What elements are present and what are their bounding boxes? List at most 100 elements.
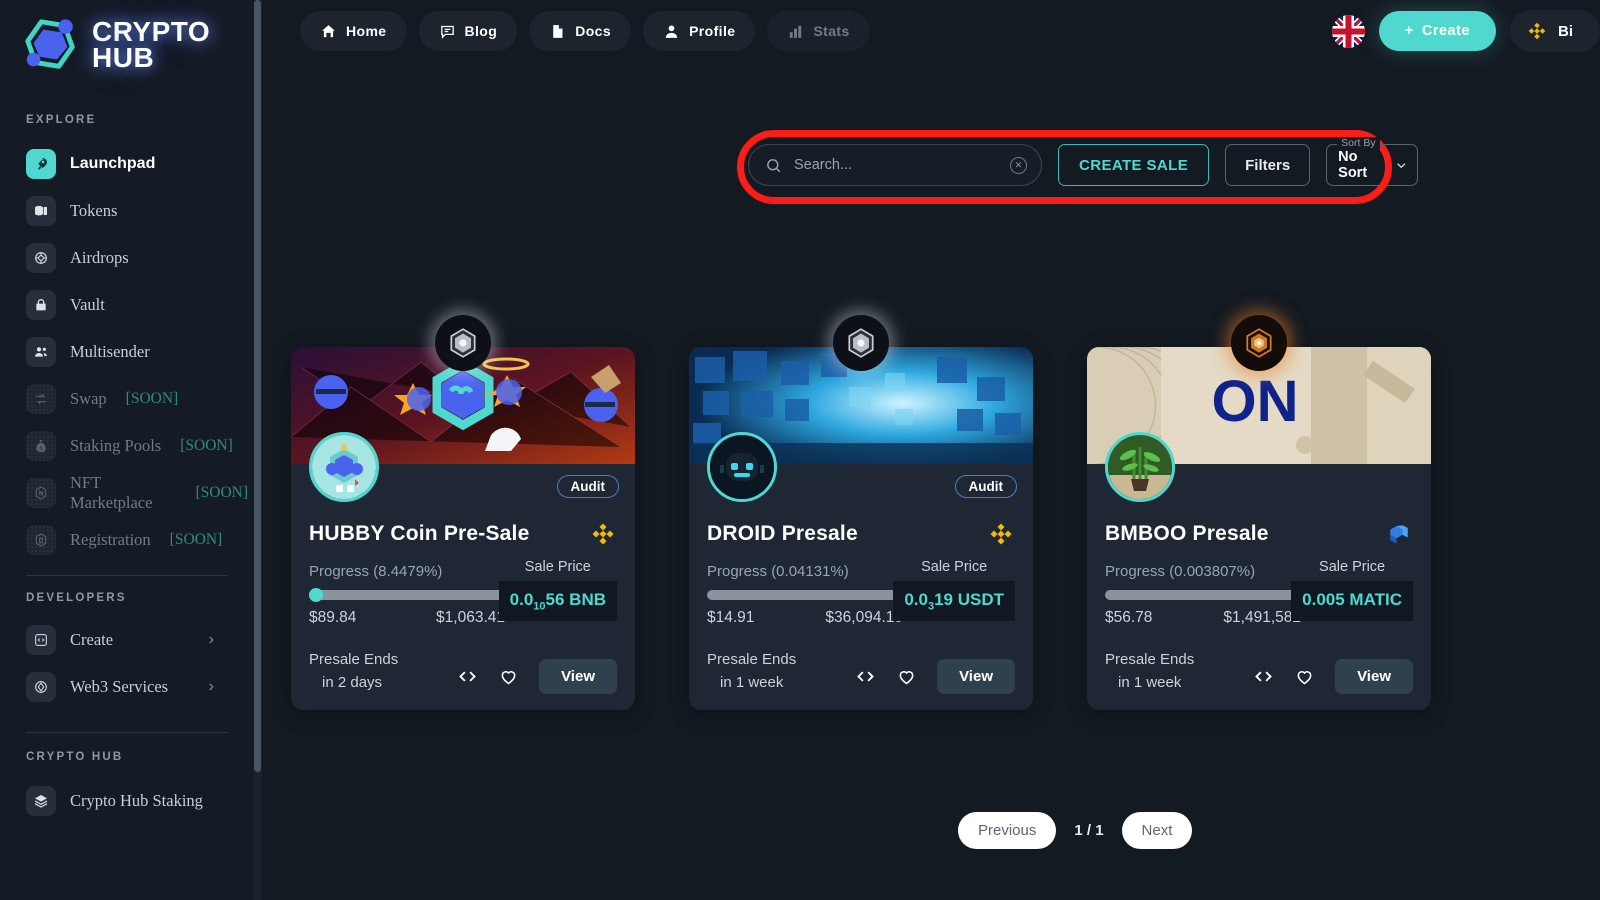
brand-name-line2: HUB (92, 45, 210, 71)
card-project-avatar (707, 432, 777, 502)
presale-ends-label: Presale Ends (1105, 649, 1194, 672)
sort-by-select[interactable]: Sort By No Sort (1326, 144, 1418, 186)
sidebar-item-registration[interactable]: Registration [SOON] (14, 516, 248, 563)
sidebar-item-badge: [SOON] (170, 531, 223, 549)
moneybag-icon: $ (26, 431, 56, 461)
sidebar-item-label: Crypto Hub Staking (70, 791, 203, 811)
raised-amount: $89.84 (309, 609, 356, 627)
layers-icon (26, 786, 56, 816)
code-icon[interactable] (855, 666, 876, 687)
card-project-avatar (1105, 432, 1175, 502)
sidebar-scrollbar-thumb[interactable] (254, 0, 261, 772)
sidebar-item-swap[interactable]: Swap [SOON] (14, 375, 248, 422)
binance-bnb-icon (589, 520, 617, 548)
progress-amounts: $89.84 $1,063.41 (309, 609, 505, 627)
presale-card[interactable]: Audit DROID Presale Progress (0.04131%) … (689, 347, 1033, 710)
sale-price-prefix: 0.0 (904, 590, 928, 609)
raised-amount: $56.78 (1105, 609, 1152, 627)
sidebar-item-web3-services[interactable]: Web3 Services › (14, 663, 248, 710)
progress-amounts: $56.78 $1,491,582 (1105, 609, 1301, 627)
heart-icon[interactable] (1294, 666, 1315, 687)
card-footer: Presale Ends in 1 week View (689, 627, 1033, 694)
chevron-right-icon: › (209, 678, 214, 696)
sidebar-divider-cryptohub (26, 732, 228, 733)
chat-icon (439, 23, 456, 40)
section-label-explore: EXPLORE (0, 114, 262, 126)
binance-bnb-icon (1526, 20, 1548, 42)
binance-bnb-icon (987, 520, 1015, 548)
view-button[interactable]: View (539, 659, 617, 694)
sidebar-item-staking-pools[interactable]: $ Staking Pools [SOON] (14, 422, 248, 469)
previous-page-button[interactable]: Previous (958, 812, 1056, 849)
audit-badge[interactable]: Audit (557, 475, 620, 498)
sidebar-item-airdrops[interactable]: Airdrops (14, 234, 248, 281)
next-page-button[interactable]: Next (1122, 812, 1193, 849)
presale-ends-label: Presale Ends (707, 649, 796, 672)
clear-x-icon[interactable]: ✕ (1010, 157, 1027, 174)
create-sale-button[interactable]: CREATE SALE (1058, 144, 1209, 186)
presale-card[interactable]: ON BMBOO Presale Progress (0.003807%) $5… (1087, 347, 1431, 710)
nav-pill-home[interactable]: Home (300, 11, 407, 51)
sidebar-item-label: Launchpad (70, 155, 155, 173)
code-icon[interactable] (457, 666, 478, 687)
nav-pill-profile[interactable]: Profile (643, 11, 755, 51)
goal-amount: $1,063.41 (436, 609, 505, 627)
sidebar-explore-list: Launchpad Tokens Airdrops Vault Multisen… (0, 140, 262, 563)
presale-ends-value: in 1 week (707, 672, 796, 695)
brand-logo[interactable]: CRYPTO HUB (0, 0, 262, 76)
sidebar-item-badge: [SOON] (180, 437, 233, 455)
heart-icon[interactable] (498, 666, 519, 687)
top-bar: Home Blog Docs Profile Stats (262, 0, 1600, 62)
heart-icon[interactable] (896, 666, 917, 687)
person-icon (663, 23, 680, 40)
view-button[interactable]: View (937, 659, 1015, 694)
sidebar-item-multisender[interactable]: Multisender (14, 328, 248, 375)
presale-card[interactable]: Audit HUBBY Coin Pre-Sale Progress (8.44… (291, 347, 635, 710)
card-title-row: BMBOO Presale (1105, 520, 1413, 548)
lock-icon (26, 290, 56, 320)
progress-bar-fill (309, 588, 323, 602)
sidebar-item-launchpad[interactable]: Launchpad (14, 140, 248, 187)
brand-name: CRYPTO HUB (92, 19, 210, 71)
card-title-row: HUBBY Coin Pre-Sale (309, 520, 617, 548)
sale-price-label: Sale Price (893, 559, 1015, 575)
sidebar-item-vault[interactable]: Vault (14, 281, 248, 328)
sidebar-scrollbar-track[interactable] (254, 0, 262, 900)
create-button-label: Create (1422, 23, 1470, 39)
progress-amounts: $14.91 $36,094.19 (707, 609, 903, 627)
sidebar-item-tokens[interactable]: Tokens (14, 187, 248, 234)
card-actions: View (1253, 659, 1413, 694)
create-button[interactable]: + Create (1379, 11, 1496, 51)
section-label-crypto-hub: CRYPTO HUB (0, 751, 262, 763)
chevron-down-icon (1394, 158, 1408, 173)
view-button[interactable]: View (1335, 659, 1413, 694)
sidebar-item-badge: [SOON] (195, 484, 248, 502)
top-nav-pills: Home Blog Docs Profile Stats (300, 11, 870, 51)
chain-selector[interactable]: Bi (1510, 10, 1600, 52)
code-icon[interactable] (1253, 666, 1274, 687)
nav-pill-label: Profile (689, 23, 735, 39)
progress-bar (309, 590, 505, 600)
sale-price-suffix: 56 BNB (546, 590, 606, 609)
rocket-icon (26, 149, 56, 179)
sidebar-item-nft-marketplace[interactable]: NFT Marketplace [SOON] (14, 469, 248, 516)
audit-badge[interactable]: Audit (955, 475, 1018, 498)
filters-button[interactable]: Filters (1225, 144, 1310, 186)
sidebar-item-label: Vault (70, 295, 105, 315)
uk-flag-icon[interactable] (1332, 15, 1365, 48)
sidebar-developers-list: Create › Web3 Services › (0, 616, 262, 710)
sale-price-subscript: 10 (533, 600, 545, 612)
nav-pill-stats[interactable]: Stats (767, 11, 869, 51)
search-input[interactable]: Search... ✕ (748, 144, 1042, 186)
svg-text:$: $ (40, 446, 43, 452)
sidebar-item-label: Web3 Services (70, 677, 168, 697)
nav-pill-blog[interactable]: Blog (419, 11, 518, 51)
sidebar-item-create[interactable]: Create › (14, 616, 248, 663)
silver-tier-badge-icon (435, 315, 491, 371)
sidebar-item-crypto-hub-staking[interactable]: Crypto Hub Staking (14, 777, 248, 824)
sale-price-prefix: 0.0 (510, 590, 534, 609)
sale-price-block: Sale Price 0.01056 BNB (499, 559, 617, 621)
sale-price-value: 0.0319 USDT (893, 581, 1015, 621)
nav-pill-docs[interactable]: Docs (529, 11, 631, 51)
card-footer: Presale Ends in 2 days View (291, 627, 635, 694)
